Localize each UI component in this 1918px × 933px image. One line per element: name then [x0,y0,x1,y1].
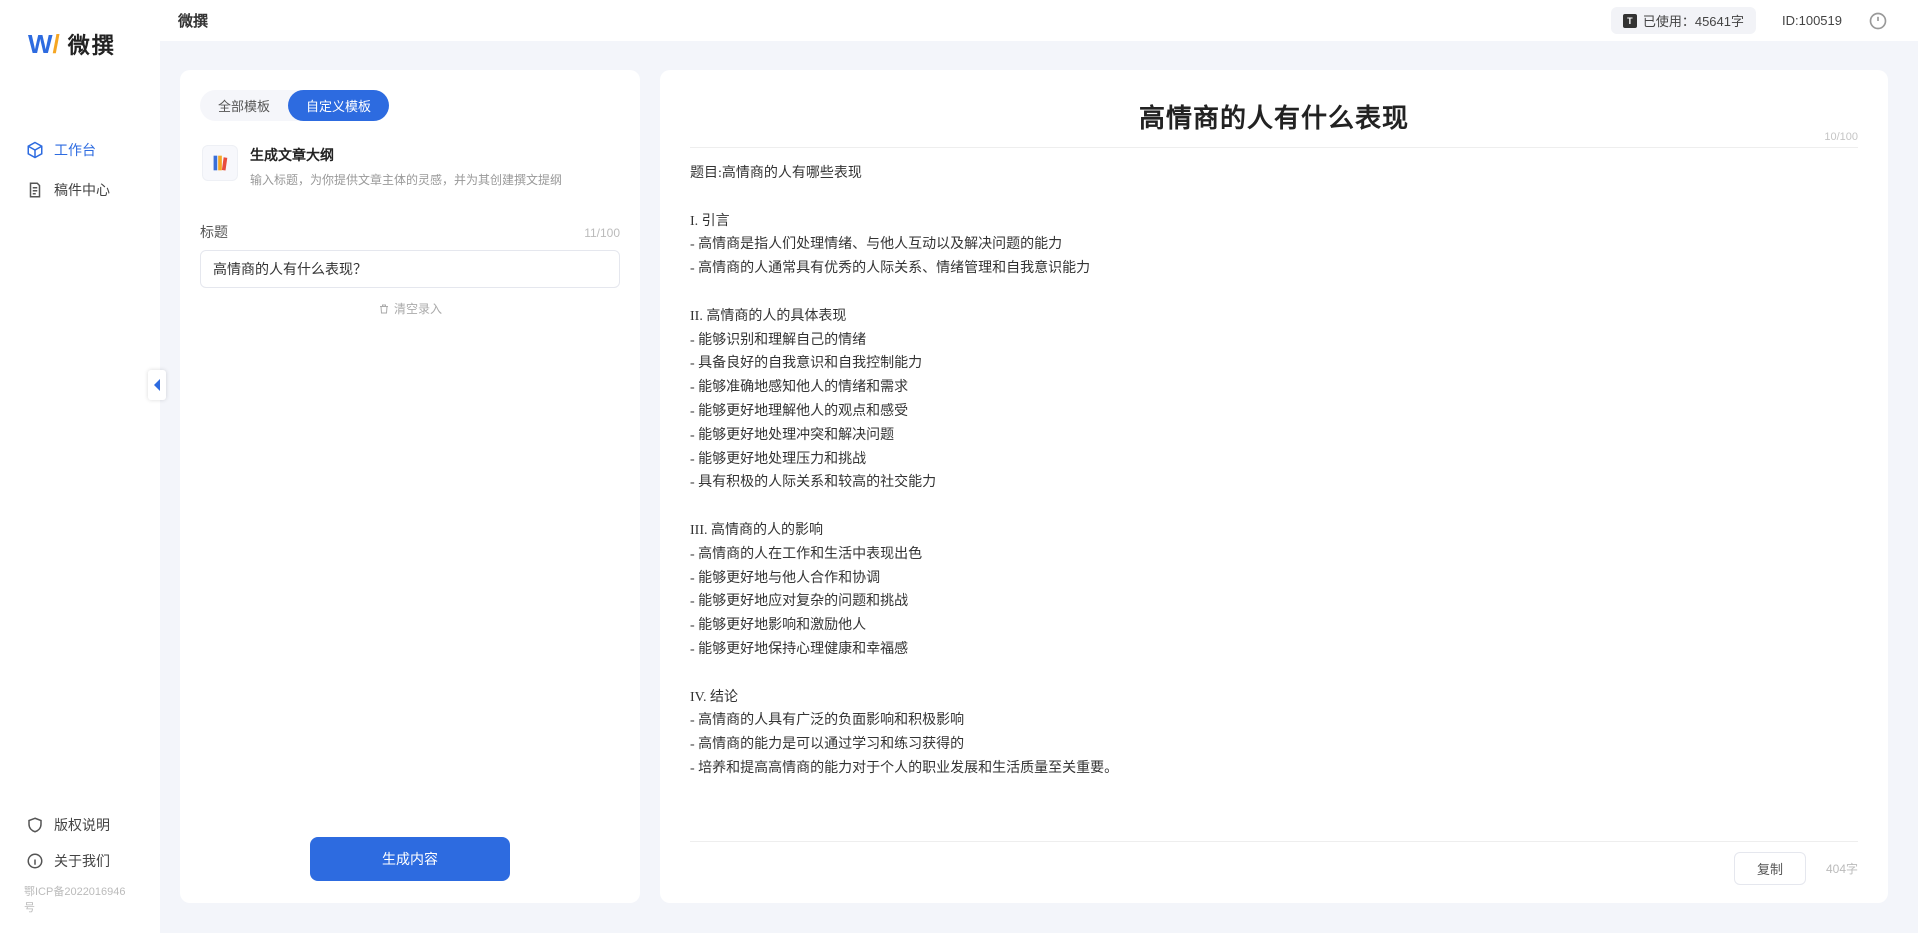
tabs: 全部模板 自定义模板 [200,90,389,121]
left-panel: 全部模板 自定义模板 生成文章大纲 输入标题，为你提供文章主体的灵感，并为其创建… [180,70,640,903]
sidebar-item-label: 稿件中心 [54,180,110,200]
doc-title[interactable]: 高情商的人有什么表现 [690,98,1858,135]
header-right: T 已使用：45641字 ID:100519 [1611,7,1888,34]
sidebar-item-workspace[interactable]: 工作台 [0,130,160,170]
template-title: 生成文章大纲 [250,145,562,165]
clear-button[interactable]: 清空录入 [200,288,620,329]
sidebar-link-label: 版权说明 [54,815,110,835]
collapse-button[interactable] [148,370,166,400]
doc-title-row: 高情商的人有什么表现 10/100 [690,98,1858,148]
header: 微撰 T 已使用：45641字 ID:100519 [160,0,1918,42]
template-card: 生成文章大纲 输入标题，为你提供文章主体的灵感，并为其创建撰文提纲 [200,141,620,208]
clear-label: 清空录入 [394,300,442,317]
title-field-label: 标题 [200,222,228,242]
sidebar-bottom: 版权说明 关于我们 鄂ICP备2022016946号 [0,807,160,933]
doc-title-counter: 10/100 [1824,131,1858,143]
document-icon [26,181,44,199]
sidebar-link-copyright[interactable]: 版权说明 [0,807,160,843]
copy-button[interactable]: 复制 [1734,852,1806,885]
info-icon [26,852,44,870]
logo-text: 微撰 [68,28,116,60]
right-footer: 复制 404字 [690,841,1858,885]
title-counter: 11/100 [584,226,620,240]
main: 微撰 T 已使用：45641字 ID:100519 全部模板 自定义模板 [160,0,1918,933]
chevron-left-icon [152,378,162,392]
right-panel: 高情商的人有什么表现 10/100 题目:高情商的人有哪些表现 I. 引言 - … [660,70,1888,903]
word-count: 404字 [1826,860,1858,877]
trash-icon [378,303,390,315]
usage-label: 已使用：45641字 [1643,11,1744,30]
logo-mark-icon: W/ [28,29,60,60]
page-title: 微撰 [178,10,208,31]
generate-button[interactable]: 生成内容 [310,837,510,881]
usage-pill[interactable]: T 已使用：45641字 [1611,7,1756,34]
content: 全部模板 自定义模板 生成文章大纲 输入标题，为你提供文章主体的灵感，并为其创建… [160,42,1918,933]
shield-icon [26,816,44,834]
power-button[interactable] [1868,11,1888,31]
template-description: 输入标题，为你提供文章主体的灵感，并为其创建撰文提纲 [250,171,562,188]
text-icon: T [1623,14,1637,28]
sidebar-link-about[interactable]: 关于我们 [0,843,160,879]
tab-all-templates[interactable]: 全部模板 [200,90,288,121]
tab-custom-template[interactable]: 自定义模板 [288,90,389,121]
books-icon [202,145,238,181]
user-id: ID:100519 [1782,13,1842,28]
sidebar-nav: 工作台 稿件中心 [0,100,160,807]
cube-icon [26,141,44,159]
logo[interactable]: W/ 微撰 [0,28,160,100]
title-input[interactable] [200,250,620,288]
sidebar: W/ 微撰 工作台 稿件中心 版权说明 [0,0,160,933]
icp-text: 鄂ICP备2022016946号 [0,879,160,925]
power-icon [1868,11,1888,31]
doc-body[interactable]: 题目:高情商的人有哪些表现 I. 引言 - 高情商是指人们处理情绪、与他人互动以… [690,162,1858,781]
sidebar-item-drafts[interactable]: 稿件中心 [0,170,160,210]
sidebar-item-label: 工作台 [54,140,96,160]
title-field-row: 标题 11/100 [200,222,620,242]
sidebar-link-label: 关于我们 [54,851,110,871]
